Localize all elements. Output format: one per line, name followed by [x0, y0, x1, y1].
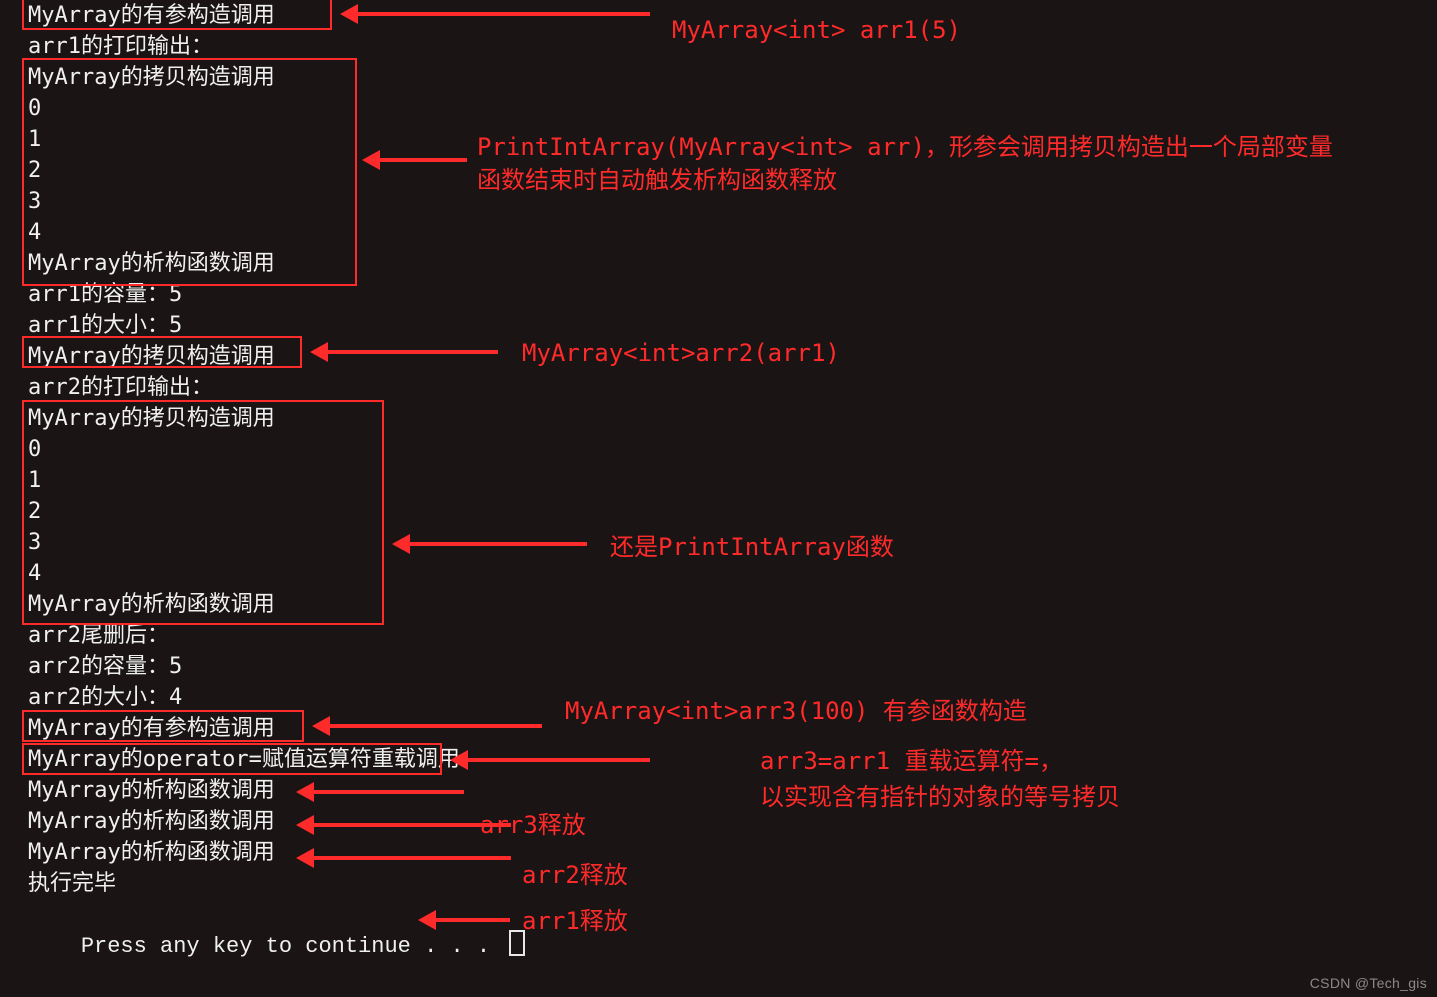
console-line: MyArray的析构函数调用	[28, 837, 525, 868]
console-line: 3	[28, 186, 525, 217]
console-line: arr1的打印输出：	[28, 31, 525, 62]
console-line: 2	[28, 496, 525, 527]
annotation-text: arr2释放	[522, 860, 628, 890]
console-line: MyArray的析构函数调用	[28, 775, 525, 806]
console-line: MyArray的有参构造调用	[28, 713, 525, 744]
console-output: MyArray的有参构造调用 arr1的打印输出： MyArray的拷贝构造调用…	[28, 0, 525, 993]
console-line: arr1的大小：5	[28, 310, 525, 341]
console-line: 4	[28, 558, 525, 589]
annotation-text: arr1释放	[522, 906, 628, 936]
console-line: MyArray的拷贝构造调用	[28, 403, 525, 434]
console-line: 1	[28, 465, 525, 496]
console-line: 4	[28, 217, 525, 248]
annotation-text: 函数结束时自动触发析构函数释放	[477, 165, 837, 195]
annotation-text: PrintIntArray(MyArray<int> arr)，形参会调用拷贝构…	[477, 132, 1333, 162]
annotation-text: arr3=arr1 重载运算符=，	[760, 746, 1063, 776]
console-line: MyArray的拷贝构造调用	[28, 62, 525, 93]
console-line: arr2的大小：4	[28, 682, 525, 713]
console-line: arr2的容量：5	[28, 651, 525, 682]
annotation-text: 以实现含有指针的对象的等号拷贝	[760, 782, 1120, 812]
annotation-text: MyArray<int> arr1(5)	[672, 15, 961, 45]
console-prompt-line: Press any key to continue . . .	[28, 899, 525, 993]
console-line: MyArray的operator=赋值运算符重载调用	[28, 744, 525, 775]
console-line: 0	[28, 93, 525, 124]
console-line: MyArray的析构函数调用	[28, 806, 525, 837]
annotation-text: MyArray<int>arr2(arr1)	[522, 338, 840, 368]
console-line: arr2尾删后：	[28, 620, 525, 651]
console-line: 2	[28, 155, 525, 186]
console-line: MyArray的析构函数调用	[28, 589, 525, 620]
console-line: 0	[28, 434, 525, 465]
watermark-text: CSDN @Tech_gis	[1310, 975, 1427, 991]
console-prompt-text: Press any key to continue . . .	[81, 934, 503, 959]
console-line: arr1的容量：5	[28, 279, 525, 310]
console-line: 执行完毕	[28, 868, 525, 899]
console-line: 1	[28, 124, 525, 155]
console-line: 3	[28, 527, 525, 558]
console-line: MyArray的析构函数调用	[28, 248, 525, 279]
console-line: arr2的打印输出：	[28, 372, 525, 403]
annotation-text: 还是PrintIntArray函数	[610, 532, 894, 562]
annotation-text: arr3释放	[480, 810, 586, 840]
annotation-text: MyArray<int>arr3(100) 有参函数构造	[565, 696, 1027, 726]
console-line: MyArray的有参构造调用	[28, 0, 525, 31]
console-line: MyArray的拷贝构造调用	[28, 341, 525, 372]
